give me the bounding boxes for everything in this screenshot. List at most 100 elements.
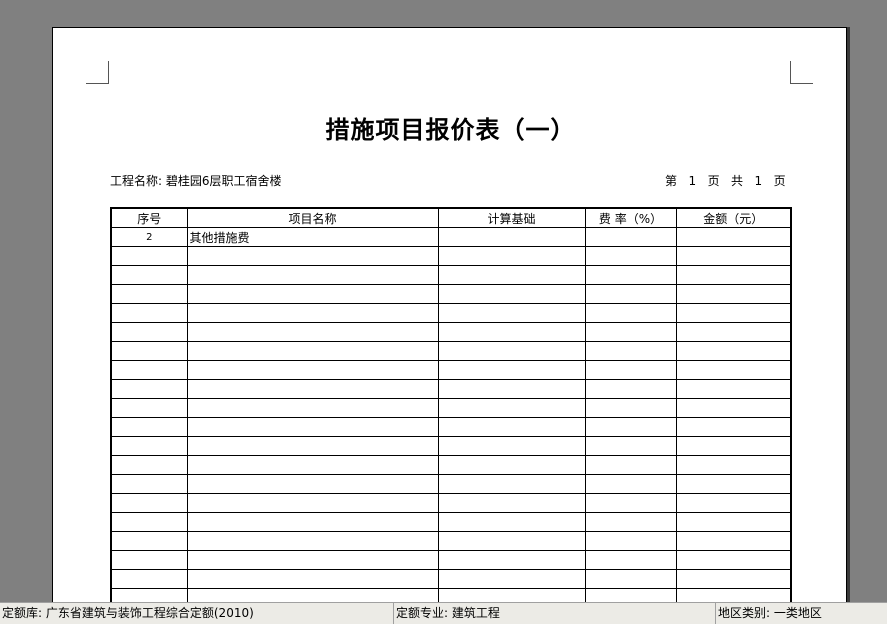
cell-basis xyxy=(437,474,586,494)
cell-basis xyxy=(437,436,586,456)
cell-basis xyxy=(437,360,586,380)
cell-no xyxy=(110,531,188,551)
cell-amount xyxy=(675,569,792,589)
project-label: 工程名称: xyxy=(110,174,163,188)
cell-amount xyxy=(675,588,792,602)
cell-no: 2 xyxy=(110,227,188,247)
cell-no xyxy=(110,322,188,342)
cell-rate xyxy=(584,360,677,380)
header-name: 项目名称 xyxy=(186,207,439,228)
cell-no xyxy=(110,588,188,602)
table-row-empty xyxy=(110,417,792,437)
table-row-empty xyxy=(110,322,792,342)
cell-amount xyxy=(675,474,792,494)
report-title: 措施项目报价表（一） xyxy=(325,115,576,144)
cell-rate xyxy=(584,417,677,437)
cell-no xyxy=(110,417,188,437)
status-discipline-value: 建筑工程 xyxy=(451,606,500,620)
table-row-empty xyxy=(110,265,792,285)
cell-basis xyxy=(437,322,586,342)
cell-name xyxy=(186,512,439,532)
cell-rate xyxy=(584,474,677,494)
cell-amount xyxy=(675,227,792,247)
page-current: 1 xyxy=(688,174,697,188)
cell-name xyxy=(186,493,439,513)
status-region: 地区类别: 一类地区 xyxy=(716,603,887,624)
cell-no xyxy=(110,379,188,399)
table-row-empty xyxy=(110,512,792,532)
status-discipline-label: 定额专业: xyxy=(396,606,449,620)
cell-rate xyxy=(584,227,677,247)
cell-no xyxy=(110,455,188,475)
header-basis: 计算基础 xyxy=(437,207,586,228)
cell-name xyxy=(186,550,439,570)
table-row-empty xyxy=(110,360,792,380)
status-region-value: 一类地区 xyxy=(773,606,822,620)
cell-amount xyxy=(675,417,792,437)
cell-name xyxy=(186,303,439,323)
cell-no xyxy=(110,436,188,456)
cell-basis xyxy=(437,512,586,532)
cell-name xyxy=(186,531,439,551)
table-row-empty xyxy=(110,398,792,418)
page-mid: 页 xyxy=(707,174,720,188)
cell-name xyxy=(186,474,439,494)
cell-rate xyxy=(584,398,677,418)
cell-no xyxy=(110,284,188,304)
status-quota-db-value: 广东省建筑与装饰工程综合定额(2010) xyxy=(45,606,254,620)
cell-basis xyxy=(437,227,586,247)
cell-no xyxy=(110,493,188,513)
cell-rate xyxy=(584,493,677,513)
cell-rate xyxy=(584,379,677,399)
cell-amount xyxy=(675,493,792,513)
cell-rate xyxy=(584,303,677,323)
table-row-empty xyxy=(110,550,792,570)
cell-rate xyxy=(584,265,677,285)
measures-table: 序号 项目名称 计算基础 费 率（%） 金额（元） 2 其他措施费 xyxy=(110,207,792,602)
cell-amount xyxy=(675,284,792,304)
cell-rate xyxy=(584,246,677,266)
cell-name xyxy=(186,569,439,589)
cell-basis xyxy=(437,417,586,437)
cell-rate xyxy=(584,284,677,304)
cell-no xyxy=(110,303,188,323)
cell-no xyxy=(110,360,188,380)
cell-no xyxy=(110,265,188,285)
cell-amount xyxy=(675,550,792,570)
table-row: 2 其他措施费 xyxy=(110,227,792,247)
cell-rate xyxy=(584,322,677,342)
cell-name xyxy=(186,246,439,266)
cell-name xyxy=(186,398,439,418)
cell-name xyxy=(186,265,439,285)
cell-no xyxy=(110,474,188,494)
table-row-empty xyxy=(110,455,792,475)
cell-amount xyxy=(675,531,792,551)
cell-basis xyxy=(437,531,586,551)
cell-name xyxy=(186,341,439,361)
cell-basis xyxy=(437,398,586,418)
page-total: 1 xyxy=(754,174,763,188)
crop-mark-top-right xyxy=(790,61,813,84)
cell-amount xyxy=(675,512,792,532)
cell-basis xyxy=(437,588,586,602)
cell-rate xyxy=(584,569,677,589)
page-info: 第 1 页 共 1 页 xyxy=(665,172,786,189)
cell-rate xyxy=(584,455,677,475)
cell-no xyxy=(110,398,188,418)
cell-name xyxy=(186,455,439,475)
cell-name xyxy=(186,284,439,304)
page-total-label: 共 xyxy=(731,174,744,188)
cell-amount xyxy=(675,455,792,475)
cell-basis xyxy=(437,341,586,361)
table-body: 2 其他措施费 xyxy=(110,227,792,602)
table-row-empty xyxy=(110,341,792,361)
cell-basis xyxy=(437,455,586,475)
cell-basis xyxy=(437,265,586,285)
header-amount: 金额（元） xyxy=(675,207,792,228)
cell-name xyxy=(186,360,439,380)
cell-name xyxy=(186,436,439,456)
header-rate: 费 率（%） xyxy=(584,207,677,228)
cell-no xyxy=(110,341,188,361)
cell-name xyxy=(186,379,439,399)
cell-name xyxy=(186,588,439,602)
